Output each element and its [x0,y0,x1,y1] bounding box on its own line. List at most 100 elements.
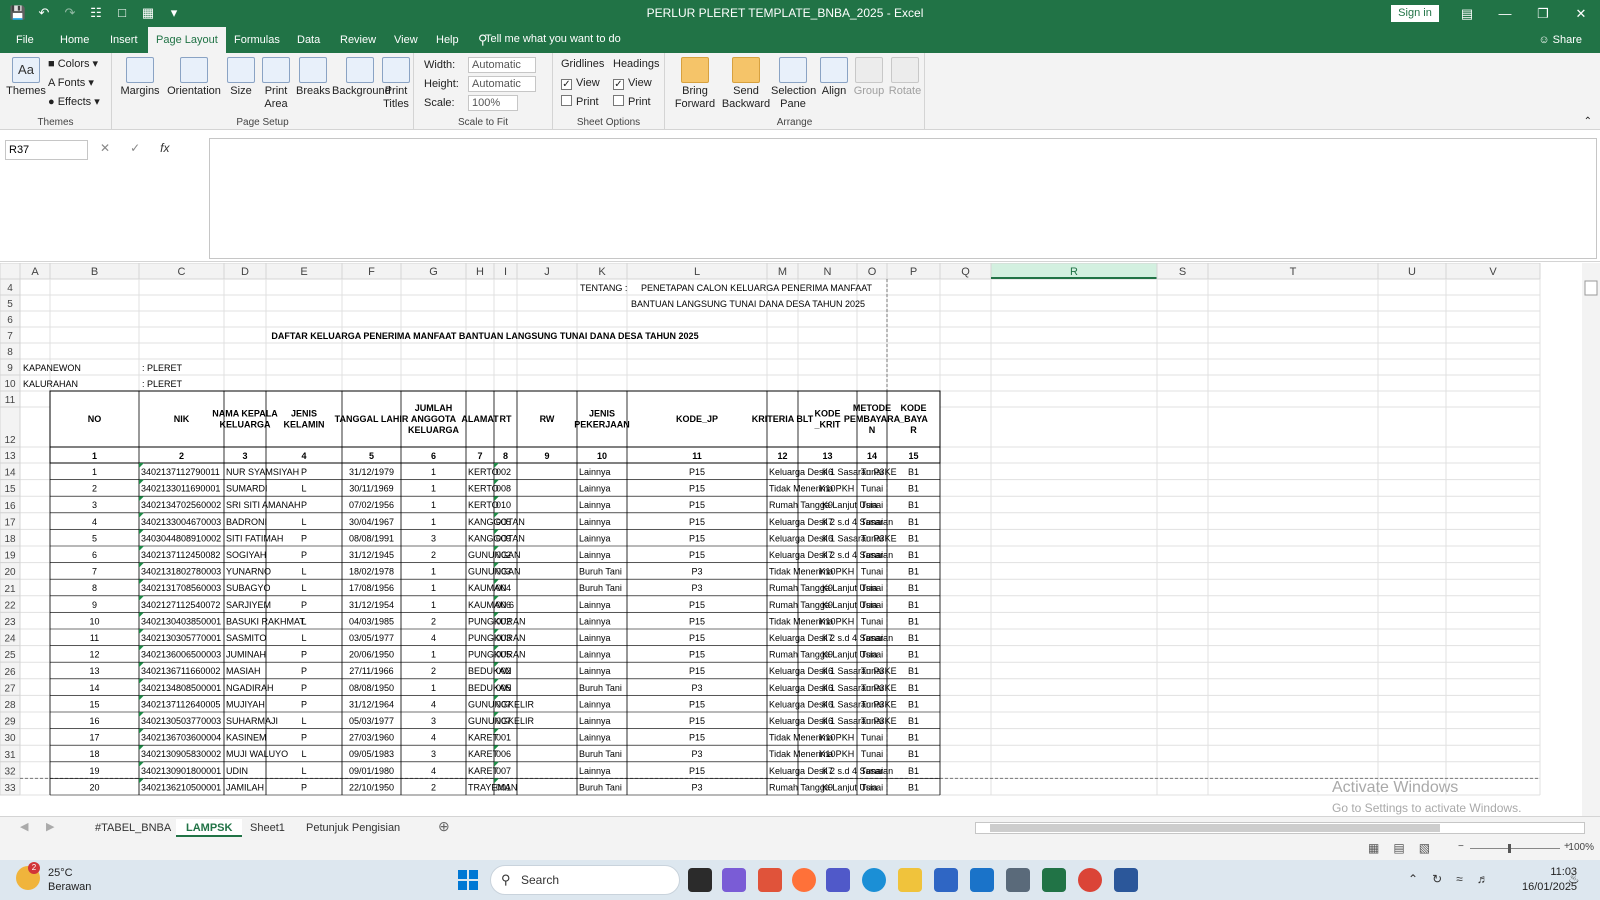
scale-spinner[interactable]: 100% [468,95,518,111]
width-select[interactable]: Automatic [468,57,536,73]
table-cell: 15 [89,699,99,709]
taskbar-search[interactable]: ⚲ Search [490,865,680,895]
sheet-tab-sheet1[interactable]: Sheet1 [240,819,295,837]
rotate-button[interactable]: Rotate [887,57,923,98]
formula-input[interactable] [209,138,1597,259]
tab-page-layout[interactable]: Page Layout [148,27,226,53]
table-header-6: JUMLAH [415,403,453,413]
normal-view-icon[interactable]: ▦ [1368,841,1379,855]
send-backward-button[interactable]: Send Backward [721,57,771,111]
margins-button[interactable]: Margins [118,57,162,98]
chrome-icon[interactable] [1078,868,1102,892]
fonts-button[interactable]: A Fonts ▾ [48,76,94,90]
table-header-4: KELAMIN [284,420,325,430]
scroll-thumb[interactable] [990,824,1440,832]
edge-icon[interactable] [862,868,886,892]
firefox-icon[interactable] [792,868,816,892]
enter-icon[interactable]: ✓ [130,141,140,155]
zoom-out-icon[interactable]: − [1458,841,1464,852]
task-view-icon[interactable] [688,868,712,892]
sheet-tab-lampsk[interactable]: LAMPSK [176,819,243,837]
page-break-view-icon[interactable]: ▧ [1419,841,1430,855]
close-icon[interactable]: ✕ [1562,0,1600,27]
mail-icon[interactable] [970,868,994,892]
tab-formulas[interactable]: Formulas [226,27,288,53]
align-button[interactable]: Align [817,57,851,98]
tab-data[interactable]: Data [289,27,328,53]
print-area-button[interactable]: Print Area [260,57,292,111]
horizontal-scrollbar[interactable] [975,822,1585,834]
zoom-slider[interactable] [1470,848,1560,849]
fx-icon[interactable]: fx [160,141,169,155]
print-titles-button[interactable]: Print Titles [378,57,414,111]
table-cell: 3402137112450082 [141,550,220,560]
size-button[interactable]: Size [226,57,256,98]
name-box[interactable]: R37 [5,140,88,160]
themes-icon: Aa [12,57,40,83]
table-cell: Tunai [861,766,883,776]
orientation-button[interactable]: Orientation [166,57,222,98]
themes-button[interactable]: Aa Themes [6,57,46,98]
group-button[interactable]: Group [851,57,887,98]
effects-button[interactable]: ● Effects ▾ [48,95,100,109]
table-cell: 6 [92,550,97,560]
gridlines-view-checkbox[interactable]: ✓ View [561,76,600,90]
table-cell: P [301,699,307,709]
headings-print-checkbox[interactable]: Print [613,95,651,109]
share-button[interactable]: ☺ Share [1538,27,1582,53]
wifi-icon[interactable]: ≈ [1456,872,1463,886]
collapse-ribbon-icon[interactable]: ⌃ [1584,116,1592,127]
gridlines-print-checkbox[interactable]: Print [561,95,599,109]
bring-forward-button[interactable]: Bring Forward [673,57,717,111]
sign-in-button[interactable]: Sign in [1391,5,1439,22]
row-number: 13 [4,451,16,462]
height-select[interactable]: Automatic [468,76,536,92]
scale-label: Scale: [424,96,455,109]
title-bar: 💾 ↶ ↷ ☷ □ ▦ ▾ PERLUR PLERET TEMPLATE_BNB… [0,0,1600,27]
ribbon-display-icon[interactable]: ▤ [1448,0,1486,27]
scroll-left-icon[interactable]: ◀ [20,820,28,833]
sheet-tab-tabel-bnba[interactable]: #TABEL_BNBA [85,819,181,837]
zoom-level[interactable]: 100% [1568,842,1594,853]
page-layout-view-icon[interactable]: ▤ [1393,841,1404,855]
scroll-right-icon[interactable]: ▶ [46,820,54,833]
windows-start-icon[interactable] [458,870,478,890]
word-icon[interactable] [1114,868,1138,892]
tab-insert[interactable]: Insert [102,27,146,53]
chevron-up-icon[interactable]: ⌃ [1408,872,1418,886]
colors-button[interactable]: ■ Colors ▾ [48,57,98,71]
tab-review[interactable]: Review [332,27,384,53]
selection-pane-button[interactable]: Selection Pane [771,57,816,111]
sheet-tab-petunjuk[interactable]: Petunjuk Pengisian [296,819,410,837]
excel-taskbar-icon[interactable] [1042,868,1066,892]
sync-icon[interactable]: ↻ [1432,872,1442,886]
maximize-icon[interactable]: ❐ [1524,0,1562,27]
teams-icon[interactable] [826,868,850,892]
minimize-icon[interactable]: — [1486,0,1524,27]
tab-home[interactable]: Home [52,27,97,53]
office-app-icon[interactable] [758,868,782,892]
cancel-icon[interactable]: ✕ [100,141,110,155]
worksheet-grid[interactable]: A B C D E F G H I J K L M N O P Q R S T U V 4 5 6 7 8 9 10 11 12 13 14 15… [0,263,1600,816]
zoom-slider-knob[interactable] [1508,844,1511,853]
store-icon[interactable] [934,868,958,892]
breaks-button[interactable]: Breaks [296,57,330,98]
table-header-15: _BAYA [898,414,928,424]
tell-me-box[interactable]: Tell me what you want to do [485,33,621,45]
headings-view-checkbox[interactable]: ✓ View [613,76,652,90]
camera-icon[interactable] [1006,868,1030,892]
file-explorer-icon[interactable] [898,868,922,892]
tab-file[interactable]: File [8,27,42,53]
volume-icon[interactable]: ♬ [1477,872,1489,886]
worksheet-canvas[interactable]: A B C D E F G H I J K L M N O P Q R S T U V456789101112131415… [0,263,1600,816]
table-cell: 002 [496,550,511,560]
weather-widget[interactable]: 2 25°C Berawan [16,862,91,894]
tab-view[interactable]: View [386,27,426,53]
notification-bell-icon[interactable]: ♨ [1568,871,1580,887]
copilot-icon[interactable] [722,868,746,892]
table-header-number-9: 9 [544,451,549,461]
tab-help[interactable]: Help [428,27,467,53]
table-cell: K9 [822,500,833,510]
add-sheet-icon[interactable]: ⊕ [438,818,450,835]
table-cell: P [301,683,307,693]
